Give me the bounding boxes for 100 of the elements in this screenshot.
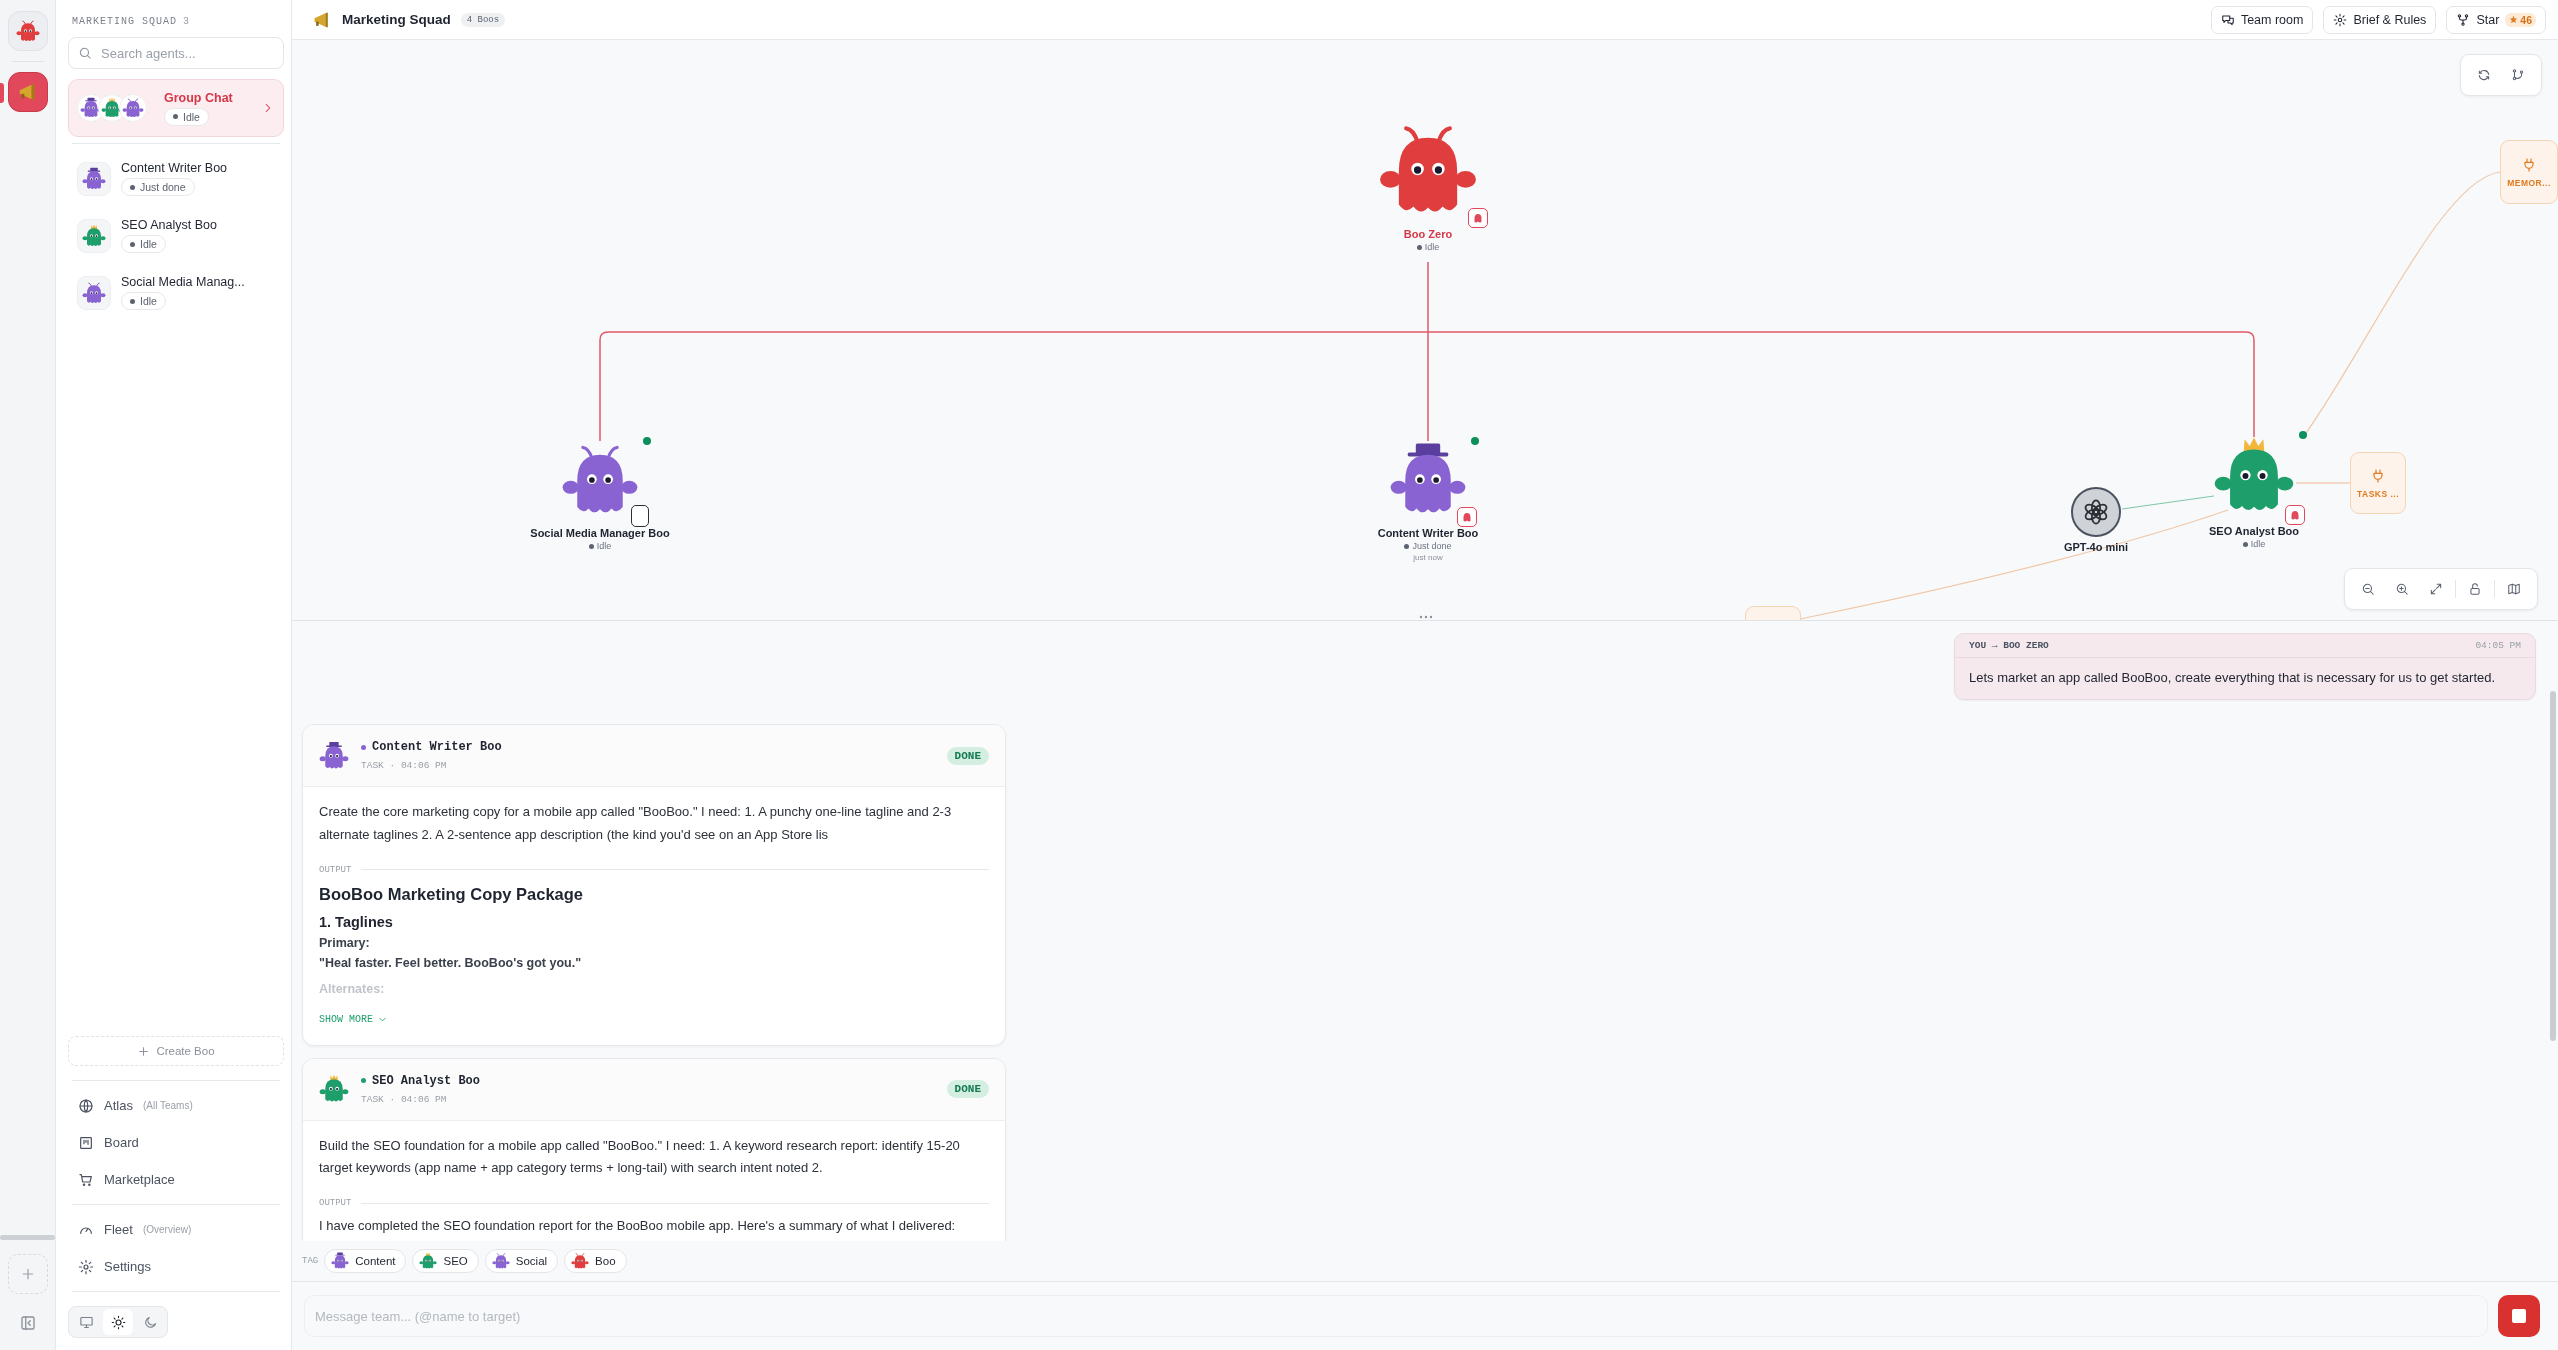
node-status: Idle xyxy=(2242,539,2266,549)
fork-icon xyxy=(2456,12,2471,27)
tag-chip[interactable]: Social xyxy=(484,1249,559,1273)
agent-name: SEO Analyst Boo xyxy=(361,1073,935,1088)
monitor-icon xyxy=(78,1314,94,1330)
scrollbar[interactable] xyxy=(2550,691,2556,1041)
task-prompt: Build the SEO foundation for a mobile app called "BooBoo." I need: 1. A keyword research report: identify 15-20 target keywords (app name + app category terms + long-tail) with search intent noted 2. xyxy=(319,1136,961,1178)
moon-icon xyxy=(142,1314,158,1330)
node-name: Content Writer Boo xyxy=(1377,527,1479,539)
agent-item[interactable]: SEO Analyst Boo Idle xyxy=(68,207,284,264)
monster-icon xyxy=(15,19,40,43)
group-chat-item[interactable]: Group Chat Idle xyxy=(68,79,284,137)
lock-icon xyxy=(2468,582,2482,596)
output-label: OUTPUT xyxy=(319,864,352,875)
agent-item[interactable]: Social Media Manag... Idle xyxy=(68,264,284,321)
nav-item[interactable]: Marketplace xyxy=(68,1161,284,1198)
status-pill: Idle xyxy=(121,235,166,253)
cart-icon xyxy=(78,1171,94,1188)
message-recipient: YOU → BOO ZERO xyxy=(1969,640,2049,651)
fit-view-icon xyxy=(2429,582,2443,596)
tag-chip[interactable]: Boo xyxy=(564,1249,627,1273)
agent-count: 3 xyxy=(183,16,191,27)
node-name: Boo Zero xyxy=(1403,228,1453,240)
nav-item[interactable]: Settings xyxy=(68,1248,284,1285)
status-badge: DONE xyxy=(946,1080,989,1098)
show-more-link[interactable]: SHOW MORE xyxy=(319,1013,388,1025)
chat-icon xyxy=(2220,12,2235,27)
collapse-sidebar-button[interactable] xyxy=(18,1314,37,1332)
node-name: SEO Analyst Boo xyxy=(2208,525,2300,537)
star-count: 46 xyxy=(2505,12,2536,27)
sidebar-toggle-icon xyxy=(18,1314,37,1332)
refresh-icon xyxy=(2477,68,2491,82)
node-time: just now xyxy=(1413,553,1443,562)
task-meta: TASK · 04:06 PM xyxy=(361,760,448,771)
agent-name: Social Media Manag... xyxy=(121,275,245,289)
output-label: Alternates: xyxy=(319,981,386,996)
nav-item[interactable]: Board xyxy=(68,1124,284,1161)
message-time: 04:05 PM xyxy=(2475,640,2521,651)
monster-icon xyxy=(571,1252,590,1270)
agent-item[interactable]: Content Writer Boo Just done xyxy=(68,150,284,207)
search-field[interactable]: Search agents... xyxy=(68,37,284,69)
tool-label: MEMOR... xyxy=(2507,177,2551,188)
monster-icon xyxy=(82,223,106,248)
output-text: I have completed the SEO foundation report for the BooBoo mobile app. Here's a summary of what I delivered: xyxy=(319,1218,957,1233)
tag-chip[interactable]: SEO xyxy=(412,1249,479,1273)
task-meta: TASK · 04:06 PM xyxy=(361,1093,448,1105)
output-label: OUTPUT xyxy=(319,1198,352,1208)
agent-name: Content Writer Boo xyxy=(121,161,228,175)
output-tagline: "Heal faster. Feel better. BooBoo's got you." xyxy=(319,955,583,970)
status-pill: Idle xyxy=(121,292,166,310)
resize-handle[interactable] xyxy=(1419,615,1433,619)
output-subheading: 1. Taglines xyxy=(319,913,394,930)
node-status: Just done xyxy=(1404,541,1452,551)
header-button[interactable]: Star 46 xyxy=(2446,5,2546,34)
status-pill: Just done xyxy=(121,178,195,196)
nav-item[interactable]: Atlas (All Teams) xyxy=(68,1087,284,1124)
agent-name: SEO Analyst Boo xyxy=(121,218,217,232)
nav-item[interactable]: Fleet (Overview) xyxy=(68,1211,284,1248)
header-button[interactable]: Brief & Rules xyxy=(2323,5,2437,34)
monster-icon xyxy=(319,1074,349,1104)
monster-icon xyxy=(491,1252,510,1270)
message-text: Lets market an app called BooBoo, create everything that is necessary for us to get started. xyxy=(1968,669,2497,687)
star-icon xyxy=(2509,15,2519,24)
monster-icon xyxy=(122,97,144,119)
settings-icon xyxy=(2333,12,2348,27)
selection-indicator xyxy=(0,83,4,103)
scrollbar[interactable] xyxy=(0,1235,55,1240)
tool-connector xyxy=(2295,482,2351,484)
node-status: Idle xyxy=(588,541,612,551)
stop-icon xyxy=(2512,1309,2526,1323)
sun-icon xyxy=(110,1314,126,1330)
monster-icon xyxy=(82,166,106,191)
team-name: Marketing Squad xyxy=(342,12,451,27)
tool-label: TASKS ... xyxy=(2356,488,2400,499)
task-prompt: Create the core marketing copy for a mobile app called "BooBoo." I need: 1. A punchy one-line tagline and 2-3 alternate taglines 2. A 2-sentence app description (the kind you'd see on an App Store lis xyxy=(319,803,953,844)
knot-icon xyxy=(2082,498,2110,526)
monster-icon xyxy=(419,1252,438,1270)
home-button[interactable] xyxy=(7,11,48,51)
output-heading: BooBoo Marketing Copy Package xyxy=(319,884,585,904)
stop-button[interactable] xyxy=(2498,1295,2540,1337)
board-icon xyxy=(78,1134,94,1151)
model-node[interactable] xyxy=(2071,487,2121,537)
node-status: Idle xyxy=(1416,242,1440,252)
count-badge: 4 Boos xyxy=(460,12,506,27)
monster-icon xyxy=(331,1252,350,1270)
agent-name: Content Writer Boo xyxy=(361,740,935,754)
plus-icon xyxy=(137,1044,151,1058)
output-label: Primary: xyxy=(319,935,371,950)
status-badge: DONE xyxy=(946,746,989,765)
map-icon xyxy=(2507,582,2521,596)
message-field[interactable]: Message team... (@name to target) xyxy=(304,1295,2488,1337)
monster-icon xyxy=(319,740,349,771)
branch-icon xyxy=(2511,68,2525,82)
header-button[interactable]: Team room xyxy=(2210,5,2314,34)
model-name: GPT-4o mini xyxy=(2063,541,2129,553)
group-chat-name: Group Chat xyxy=(164,90,233,105)
tag-chip[interactable]: Content xyxy=(324,1249,407,1273)
nav-note: (All Teams) xyxy=(142,1100,193,1111)
plug-icon xyxy=(2521,156,2537,173)
theme-button[interactable] xyxy=(103,1309,133,1335)
